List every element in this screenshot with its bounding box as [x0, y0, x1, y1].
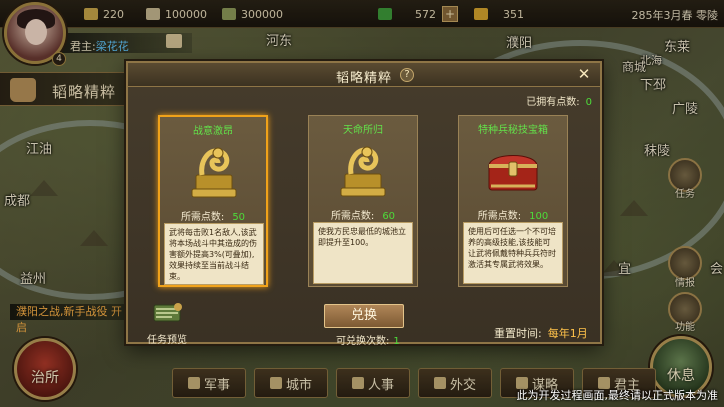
task-preview-label: 任务预览: [147, 335, 187, 346]
card-description: 使用后可任选一个不可培养的高级技能,该技能可让武将佩戴特种兵兵符时激活其专属武将…: [463, 222, 563, 284]
reset-time: 重置时间: 每年1月: [494, 325, 588, 341]
card-cost-value: 100: [529, 211, 549, 222]
exchange-card[interactable]: 战意激昂 所需点数: 50 武将每击败1名敌人,该武将本场战斗中其造成的伤害额外提…: [158, 115, 268, 287]
card-cost-label: 所需点数:: [330, 211, 375, 222]
card-description: 武将每击败1名敌人,该武将本场战斗中其造成的伤害额外提高3%(可叠加),效果持续…: [164, 223, 264, 285]
strategy-essence-dialog: 韬略精粹 ? ✕ 已拥有点数: 0 战意激昂 所需点数: 50 武将每击败1名敌人,…: [126, 61, 602, 347]
card-cost-label: 所需点数:: [180, 212, 225, 223]
game-map[interactable]: 河东 濮阳 东莱 北海 商城 下邳 江油 成都 广陵 秣陵 益州 宜 会 220…: [0, 0, 724, 407]
card-name: 天命所归: [343, 125, 383, 136]
dev-watermark: 此为开发过程画面,最终请以正式版本为准: [516, 389, 719, 402]
card-cost: 所需点数: 60: [309, 207, 417, 222]
task-preview[interactable]: 任务预览: [142, 301, 192, 346]
exchange-card[interactable]: 天命所归 所需点数: 60 使我方民忠最低的城池立即提升至100。: [308, 115, 418, 287]
card-cost-value: 60: [382, 211, 396, 222]
owned-points-label: 已拥有点数:: [526, 97, 580, 108]
card-name: 战意激昂: [193, 126, 233, 137]
owned-points: 已拥有点数: 0: [526, 93, 592, 108]
exchange-card[interactable]: 特种兵秘技宝箱 所需点数: 100 使用后可任选一个不可培养的高级技能,该技能可让…: [458, 115, 568, 287]
card-description: 使我方民忠最低的城池立即提升至100。: [313, 222, 413, 284]
treasure-chest-icon: [488, 155, 538, 191]
card-cost-value: 50: [232, 212, 246, 223]
card-cost-label: 所需点数:: [477, 211, 522, 222]
card-cost: 所需点数: 50: [160, 208, 266, 223]
dialog-title: 韬略精粹: [335, 71, 392, 86]
golden-seal-icon: [340, 146, 386, 197]
exchange-count-value: 1: [393, 336, 400, 347]
scroll-icon: [153, 303, 182, 322]
golden-seal-icon: [191, 147, 237, 198]
dialog-header: 韬略精粹 ? ✕: [128, 63, 600, 87]
owned-points-value: 0: [585, 97, 592, 108]
close-button[interactable]: ✕: [576, 66, 592, 82]
reset-time-value: 每年1月: [547, 327, 588, 340]
card-cost: 所需点数: 100: [459, 207, 567, 222]
exchange-count: 可兑换次数: 1: [336, 332, 400, 347]
exchange-count-label: 可兑换次数:: [336, 336, 390, 347]
exchange-button[interactable]: 兑换: [324, 304, 404, 328]
card-name: 特种兵秘技宝箱: [478, 125, 548, 136]
help-icon[interactable]: ?: [400, 68, 414, 82]
reset-time-label: 重置时间:: [494, 327, 542, 340]
